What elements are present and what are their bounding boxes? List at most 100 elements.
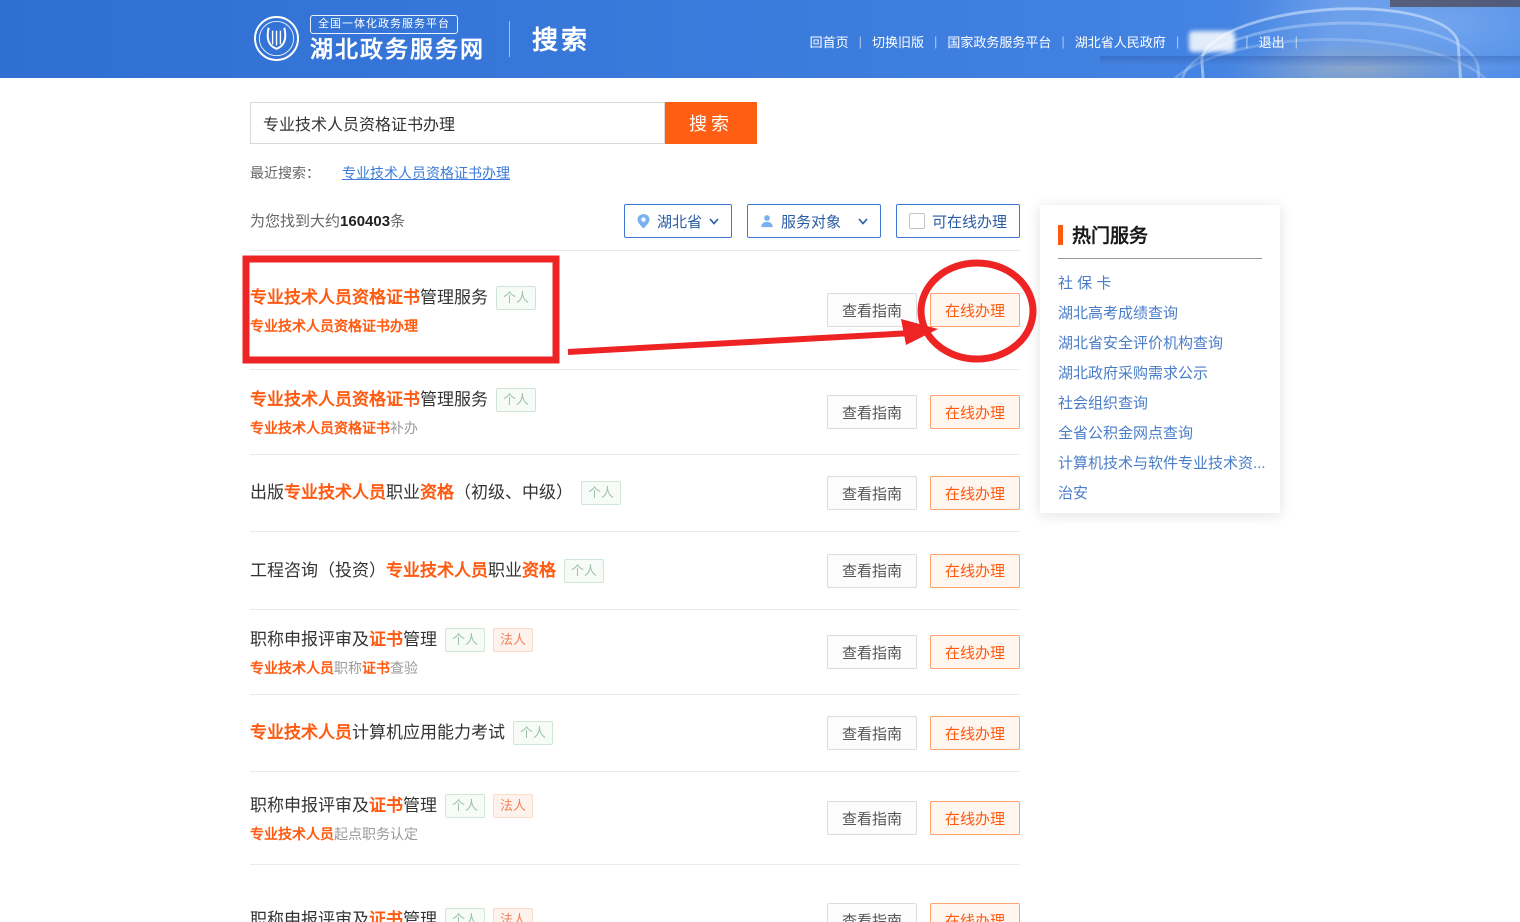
site-logo-icon bbox=[253, 15, 300, 62]
hot-service-link-2[interactable]: 湖北高考成绩查询 bbox=[1058, 305, 1178, 322]
hot-service-link-7[interactable]: 计算机技术与软件专业技术资... bbox=[1058, 455, 1266, 472]
result-title[interactable]: 出版专业技术人员职业资格（初级、中级）个人 bbox=[250, 481, 621, 505]
text-segment: 起点职务认定 bbox=[334, 826, 418, 842]
logout-link[interactable]: 退出 bbox=[1259, 32, 1285, 51]
result-row-5: 职称申报评审及证书管理个人法人专业技术人员职称证书查验查看指南在线办理 bbox=[250, 610, 1020, 695]
personal-tag: 个人 bbox=[564, 559, 604, 583]
results-count: 为您找到大约160403条 bbox=[250, 204, 405, 240]
result-title[interactable]: 专业技术人员资格证书管理服务个人 bbox=[250, 388, 536, 412]
online-handle-button[interactable]: 在线办理 bbox=[930, 395, 1020, 429]
result-title[interactable]: 工程咨询（投资）专业技术人员职业资格个人 bbox=[250, 559, 604, 583]
result-title[interactable]: 专业技术人员计算机应用能力考试个人 bbox=[250, 721, 553, 745]
result-title[interactable]: 职称申报评审及证书管理个人法人 bbox=[250, 794, 533, 818]
service-target-filter-label: 服务对象 bbox=[781, 211, 841, 232]
hot-service-link-8[interactable]: 治安 bbox=[1058, 485, 1088, 502]
filters: 湖北省 服务对象 可在线办理 bbox=[624, 204, 1020, 238]
online-only-checkbox[interactable] bbox=[909, 213, 925, 229]
result-actions: 查看指南在线办理 bbox=[827, 554, 1020, 588]
hot-service-item: 治安 bbox=[1058, 479, 1262, 509]
nav-link-2[interactable]: 切换旧版 bbox=[872, 32, 924, 51]
region-filter[interactable]: 湖北省 bbox=[624, 204, 732, 238]
text-segment: 专业技术人员资格证书 bbox=[250, 420, 390, 436]
view-guide-button[interactable]: 查看指南 bbox=[827, 635, 917, 669]
hot-service-item: 全省公积金网点查询 bbox=[1058, 419, 1262, 449]
view-guide-button[interactable]: 查看指南 bbox=[827, 801, 917, 835]
results-list: 专业技术人员资格证书管理服务个人专业技术人员资格证书办理查看指南在线办理专业技术… bbox=[250, 251, 1020, 922]
personal-tag: 个人 bbox=[496, 286, 536, 310]
nav-link-4[interactable]: 湖北省人民政府 bbox=[1075, 32, 1166, 51]
hot-services-list: 社 保 卡湖北高考成绩查询湖北省安全评价机构查询湖北政府采购需求公示社会组织查询… bbox=[1058, 269, 1262, 509]
page-title: 搜索 bbox=[532, 20, 590, 57]
hot-service-link-1[interactable]: 社 保 卡 bbox=[1058, 275, 1111, 292]
hot-service-item: 计算机技术与软件专业技术资... bbox=[1058, 449, 1262, 479]
result-actions: 查看指南在线办理 bbox=[827, 293, 1020, 327]
personal-tag: 个人 bbox=[445, 794, 485, 818]
view-guide-button[interactable]: 查看指南 bbox=[827, 716, 917, 750]
text-segment: 专业技术人员资格证书办理 bbox=[250, 318, 418, 334]
online-handle-button[interactable]: 在线办理 bbox=[930, 903, 1020, 922]
view-guide-button[interactable]: 查看指南 bbox=[827, 476, 917, 510]
search-bar: 搜索 bbox=[250, 102, 757, 144]
online-handle-button[interactable]: 在线办理 bbox=[930, 293, 1020, 327]
view-guide-button[interactable]: 查看指南 bbox=[827, 554, 917, 588]
nav-link-3[interactable]: 国家政务服务平台 bbox=[947, 32, 1051, 51]
legal-tag: 法人 bbox=[493, 628, 533, 652]
result-actions: 查看指南在线办理 bbox=[827, 903, 1020, 922]
result-title[interactable]: 职称申报评审及证书管理个人法人 bbox=[250, 628, 533, 652]
search-button[interactable]: 搜索 bbox=[665, 102, 757, 144]
text-segment: 补办 bbox=[390, 420, 418, 436]
view-guide-button[interactable]: 查看指南 bbox=[827, 395, 917, 429]
text-segment: （初级、中级） bbox=[454, 481, 573, 505]
text-segment: 专业技术人员资格证书 bbox=[250, 286, 420, 310]
service-target-filter[interactable]: 服务对象 bbox=[747, 204, 881, 238]
online-handle-button[interactable]: 在线办理 bbox=[930, 476, 1020, 510]
nav-separator: | bbox=[859, 34, 862, 49]
text-segment: 职称申报评审及 bbox=[250, 628, 369, 652]
hot-service-link-3[interactable]: 湖北省安全评价机构查询 bbox=[1058, 335, 1223, 352]
legal-tag: 法人 bbox=[493, 794, 533, 818]
result-subtitle: 专业技术人员资格证书办理 bbox=[250, 317, 536, 335]
result-row-8: 职称申报评审及证书管理个人法人 查看指南在线办理 bbox=[250, 865, 1020, 922]
view-guide-button[interactable]: 查看指南 bbox=[827, 903, 917, 922]
text-segment: 管理 bbox=[403, 794, 437, 818]
result-row-4: 工程咨询（投资）专业技术人员职业资格个人 查看指南在线办理 bbox=[250, 532, 1020, 610]
recent-search-label: 最近搜索： bbox=[250, 163, 320, 183]
text-segment: 专业技术人员 bbox=[386, 559, 488, 583]
chevron-down-icon bbox=[709, 216, 719, 226]
online-handle-button[interactable]: 在线办理 bbox=[930, 716, 1020, 750]
hot-service-link-5[interactable]: 社会组织查询 bbox=[1058, 395, 1148, 412]
hot-service-link-4[interactable]: 湖北政府采购需求公示 bbox=[1058, 365, 1208, 382]
view-guide-button[interactable]: 查看指南 bbox=[827, 293, 917, 327]
result-title[interactable]: 职称申报评审及证书管理个人法人 bbox=[250, 908, 533, 922]
text-segment: 职业 bbox=[386, 481, 420, 505]
result-title[interactable]: 专业技术人员资格证书管理服务个人 bbox=[250, 286, 536, 310]
text-segment: 资格 bbox=[420, 481, 454, 505]
nav-link-1[interactable]: 回首页 bbox=[810, 32, 849, 51]
username-redacted bbox=[1189, 31, 1235, 52]
text-segment: 计算机应用能力考试 bbox=[352, 721, 505, 745]
text-segment: 证书 bbox=[369, 628, 403, 652]
search-input[interactable] bbox=[250, 102, 665, 144]
hot-service-link-6[interactable]: 全省公积金网点查询 bbox=[1058, 425, 1193, 442]
region-filter-label: 湖北省 bbox=[657, 211, 702, 232]
online-handle-button[interactable]: 在线办理 bbox=[930, 801, 1020, 835]
online-handle-button[interactable]: 在线办理 bbox=[930, 635, 1020, 669]
text-segment: 职业 bbox=[488, 559, 522, 583]
online-only-filter[interactable]: 可在线办理 bbox=[896, 204, 1020, 238]
nav-separator: | bbox=[934, 34, 937, 49]
recent-search-link[interactable]: 专业技术人员资格证书办理 bbox=[342, 163, 510, 183]
result-actions: 查看指南在线办理 bbox=[827, 635, 1020, 669]
result-row-7: 职称申报评审及证书管理个人法人专业技术人员起点职务认定 查看指南在线办理 bbox=[250, 772, 1020, 865]
online-handle-button[interactable]: 在线办理 bbox=[930, 554, 1020, 588]
location-pin-icon bbox=[637, 214, 650, 229]
text-segment: 工程咨询（投资） bbox=[250, 559, 386, 583]
result-actions: 查看指南在线办理 bbox=[827, 395, 1020, 429]
nav-separator: | bbox=[1061, 34, 1064, 49]
text-segment: 专业技术人员 bbox=[250, 660, 334, 676]
text-segment: 专业技术人员资格证书 bbox=[250, 388, 420, 412]
hot-service-item: 社会组织查询 bbox=[1058, 389, 1262, 419]
result-subtitle: 专业技术人员资格证书补办 bbox=[250, 419, 536, 437]
brand-divider bbox=[509, 21, 510, 57]
result-subtitle: 专业技术人员起点职务认定 bbox=[250, 825, 533, 843]
results-count-number: 160403 bbox=[340, 213, 390, 230]
